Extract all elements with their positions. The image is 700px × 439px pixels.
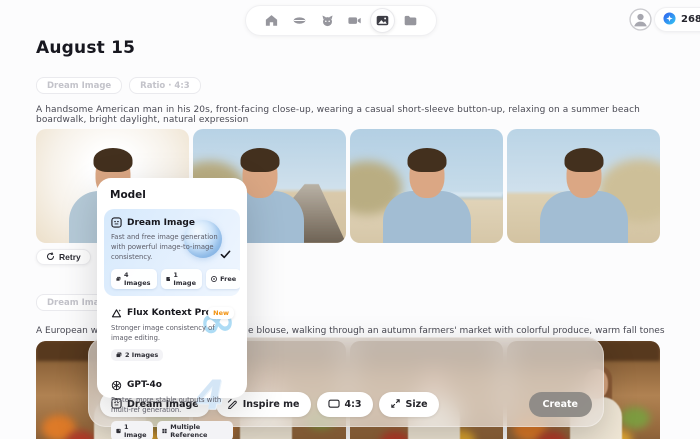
nav-home-button[interactable] [259,8,284,33]
home-icon [264,13,279,28]
model-option-description: Fast and free image generation with powe… [111,232,219,263]
nav-folder-button[interactable] [398,8,423,33]
lips-icon [292,13,307,28]
badge-2-images: 2 Images [111,349,163,361]
ratio-tag: Ratio · 4:3 [129,77,200,94]
nav-image-button[interactable] [370,8,395,33]
model-option-name: GPT-4o [127,380,162,390]
badge-4-images: 4 Images [111,269,157,289]
generation1-tags: Dream Image Ratio · 4:3 [36,77,201,94]
ratio-button[interactable]: 4:3 [317,392,373,417]
generation2-prompt-end: e blouse, walking through an autumn farm… [248,326,665,336]
new-badge: New [208,307,234,319]
refresh-icon [46,252,55,263]
generation2-prompt-start: A European w [36,326,98,336]
badge-1-image: 1 Image [111,421,153,439]
man-figure [381,145,473,243]
gpt-icon [111,380,122,391]
model-option-name: Flux Kontext Pro [127,308,212,318]
video-camera-icon [347,13,362,28]
image-icon [375,13,390,28]
model-option-description: Faster, more stable outputs with multi-r… [111,395,233,415]
badge-multiple-reference: Multiple Reference [157,421,233,439]
top-nav [245,5,437,36]
man-figure [538,145,630,243]
coin-icon [663,10,676,29]
model-option-flux-kontext-pro[interactable]: ∞ New Flux Kontext Pro Stronger image co… [104,300,240,368]
model-panel-title: Model [110,189,240,201]
model-option-description: Stronger image consistency of image edit… [111,323,217,343]
check-icon [220,244,231,263]
dream-image-icon [111,217,122,228]
size-icon [390,398,401,412]
size-button[interactable]: Size [379,392,439,417]
avatar-icon [629,19,652,34]
cat-icon [320,13,335,28]
nav-cat-button[interactable] [315,8,340,33]
flux-icon [111,308,122,319]
inspire-me-label: Inspire me [243,399,300,410]
size-label: Size [406,399,428,410]
page-title: August 15 [36,38,135,58]
badge-1-image: 1 Image [161,269,203,289]
model-dropdown-panel: Model Dream Image Fast and free image ge… [97,178,247,398]
avatar-button[interactable] [629,8,652,31]
model-option-name: Dream Image [127,218,195,228]
create-button[interactable]: Create [529,392,593,417]
retry-button[interactable]: Retry [36,249,91,265]
folder-icon [403,13,418,28]
nav-video-button[interactable] [342,8,367,33]
generated-image-4[interactable] [507,129,660,243]
generation1-prompt: A handsome American man in his 20s, fron… [36,105,676,125]
nav-lips-button[interactable] [287,8,312,33]
model-tag: Dream Image [36,77,122,94]
model-option-dream-image[interactable]: Dream Image Fast and free image generati… [104,209,240,296]
app-screen: 268 August 15 Dream Image Ratio · 4:3 A … [0,0,700,439]
credits-count: 268 [681,14,700,25]
ratio-label: 4:3 [345,399,362,410]
model-option-gpt-4o[interactable]: 4 GPT-4o Faster, more stable outputs wit… [104,372,240,439]
generated-image-3[interactable] [350,129,503,243]
ratio-icon [328,398,340,412]
badge-free: Free [206,269,240,289]
retry-label: Retry [59,252,81,262]
credits-pill[interactable]: 268 [654,7,700,32]
